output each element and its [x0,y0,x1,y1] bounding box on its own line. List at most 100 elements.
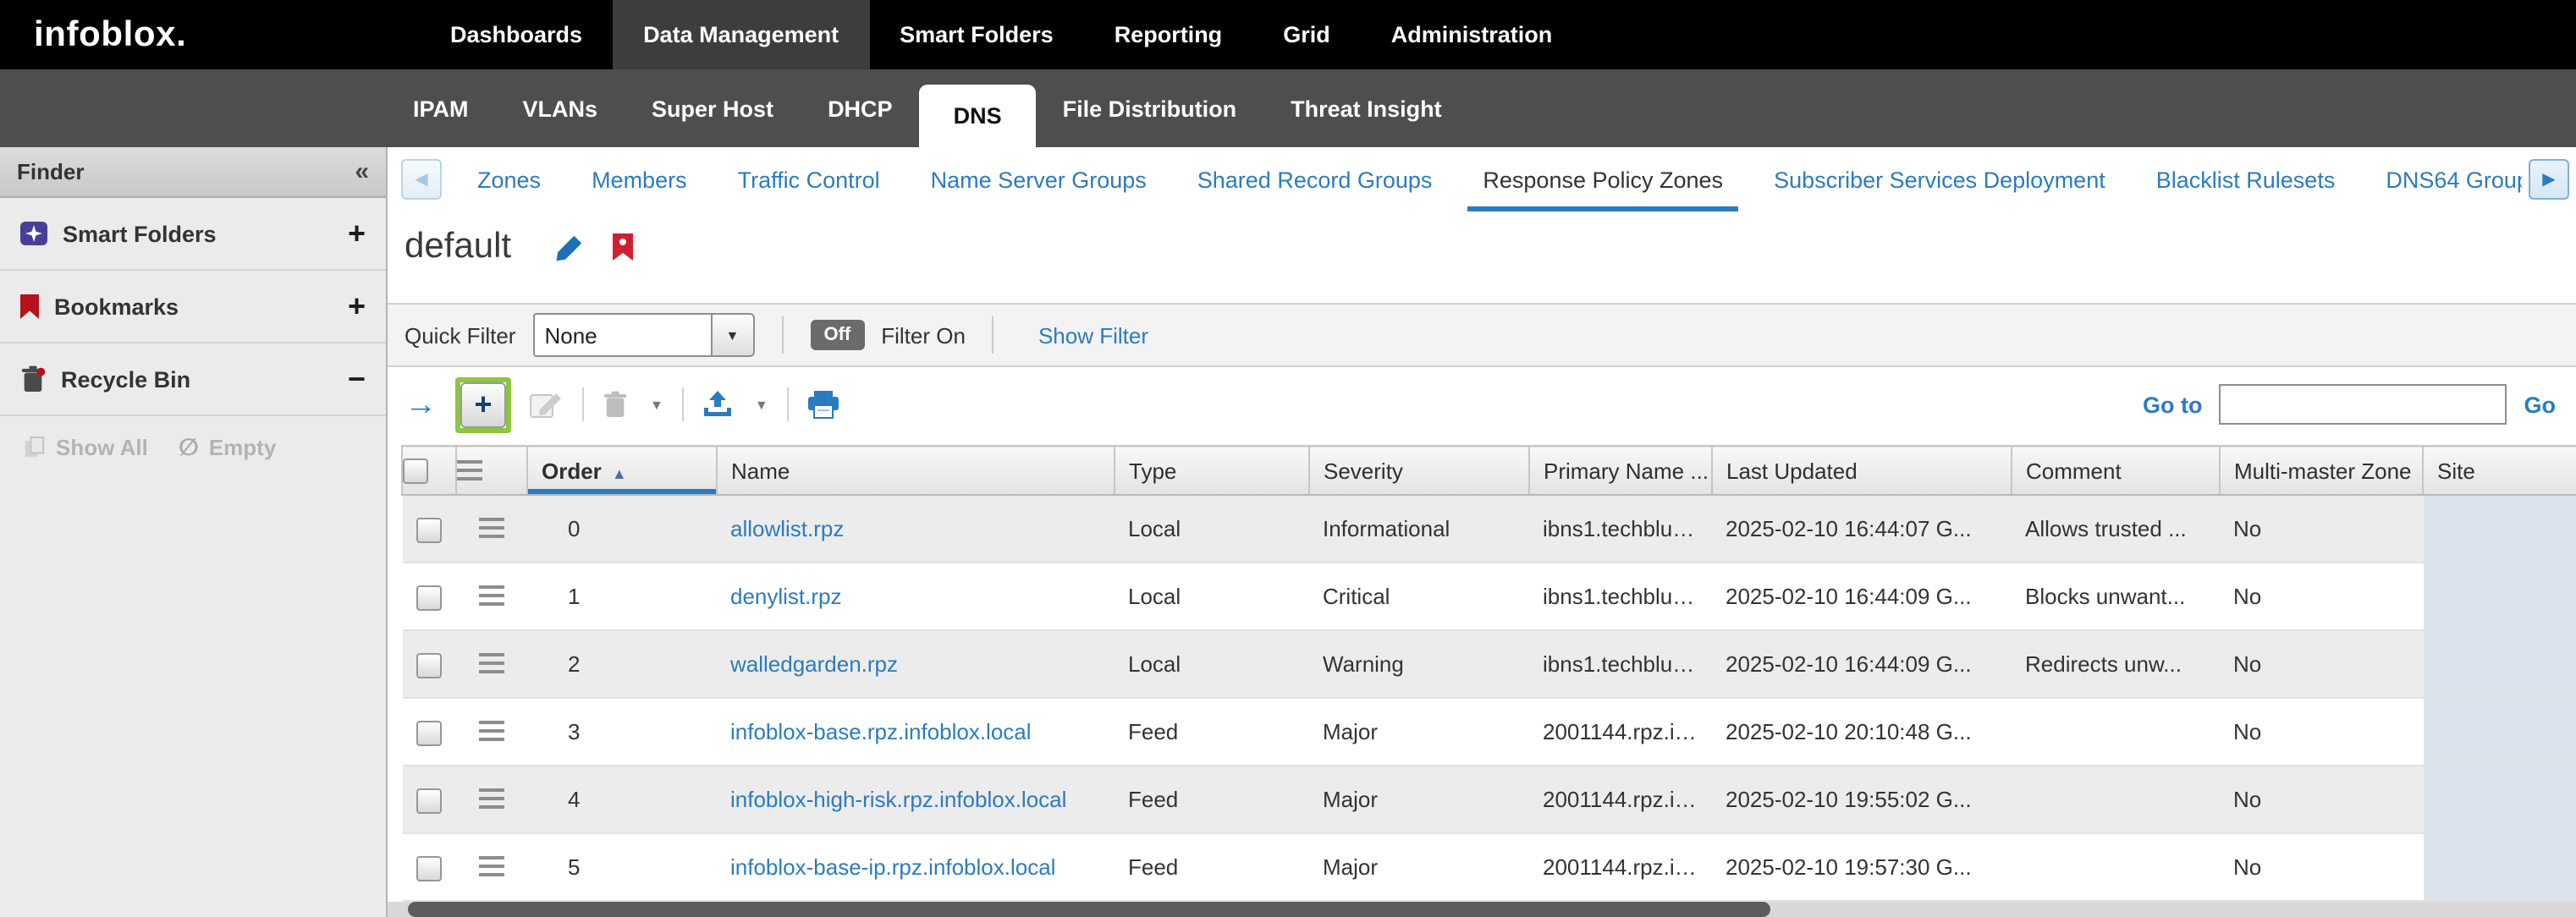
cell-type: Feed [1115,833,1309,901]
dns-subtab[interactable]: Zones [452,147,566,211]
empty-icon: ∅ [179,433,199,462]
zone-name-link[interactable]: infoblox-base.rpz.infoblox.local [730,719,1032,744]
dns-subtab[interactable]: Name Server Groups [905,147,1172,211]
row-checkbox[interactable] [416,788,442,813]
row-checkbox[interactable] [416,720,442,745]
separator [993,316,994,354]
column-header-multi-master[interactable]: Multi-master Zone [2220,446,2423,495]
tabs-scroll-left-button[interactable]: ◀ [401,159,442,200]
zone-name-link[interactable]: walledgarden.rpz [730,651,898,677]
column-header-last-updated[interactable]: Last Updated [1712,446,2012,495]
show-all-link[interactable]: Show All [56,435,148,460]
zone-name-link[interactable]: allowlist.rpz [730,516,844,541]
show-all-icon [24,437,46,458]
column-header-type[interactable]: Type [1115,446,1309,495]
row-checkbox[interactable] [416,585,442,610]
dns-subtab[interactable]: Members [566,147,713,211]
table-header-row: Order▲ Name Type Severity Primary Name .… [402,446,2576,495]
toggle-recycle-bin-button[interactable]: − [348,364,366,394]
column-header-name[interactable]: Name [717,446,1115,495]
sub-nav-item[interactable]: Super Host [625,69,801,147]
select-all-checkbox[interactable] [403,458,428,484]
cell-order: 5 [527,833,717,901]
row-menu-icon[interactable] [479,722,504,745]
cell-comment [2012,833,2220,901]
delete-dropdown-caret[interactable]: ▼ [650,397,663,412]
finder-title: Finder [17,159,84,184]
infoblox-logo: infoblox. [0,0,420,69]
dns-subtab[interactable]: Shared Record Groups [1172,147,1458,211]
horizontal-scrollbar[interactable] [388,902,2576,917]
row-menu-icon[interactable] [479,519,504,542]
table-row: 5 infoblox-base-ip.rpz.infoblox.local Fe… [402,833,2576,901]
quick-filter-select[interactable]: None ▼ [532,313,754,357]
chevron-down-icon[interactable]: ▼ [712,313,754,357]
top-nav-item[interactable]: Grid [1252,0,1361,69]
dns-subtab[interactable]: Subscriber Services Deployment [1748,147,2131,211]
collapse-finder-button[interactable]: « [355,157,369,186]
zone-name-link[interactable]: denylist.rpz [730,584,842,609]
add-smart-folder-button[interactable]: + [348,218,366,249]
cell-name: allowlist.rpz [717,495,1115,563]
edit-page-button[interactable] [555,233,584,261]
zone-name-link[interactable]: infoblox-high-risk.rpz.infoblox.local [730,787,1066,812]
top-nav-item[interactable]: Dashboards [420,0,613,69]
filter-toggle-off-badge[interactable]: Off [810,320,864,350]
sidebar-item-recycle-bin[interactable]: Recycle Bin − [0,343,386,416]
show-filter-link[interactable]: Show Filter [1038,322,1148,348]
add-button[interactable]: + [460,382,506,427]
column-header-comment[interactable]: Comment [2012,446,2220,495]
top-nav-item[interactable]: Smart Folders [869,0,1084,69]
empty-link[interactable]: Empty [209,435,276,460]
go-button[interactable]: Go [2524,392,2557,417]
dns-subtab[interactable]: Response Policy Zones [1457,147,1748,211]
forward-arrow-button[interactable]: → [405,388,437,420]
row-menu-icon[interactable] [479,857,504,881]
sidebar-item-bookmarks[interactable]: Bookmarks + [0,271,386,343]
bookmark-page-button[interactable] [611,233,635,261]
row-menu-icon[interactable] [479,789,504,813]
dns-subtab[interactable]: DNS64 Group [2360,147,2522,211]
sidebar-item-smart-folders[interactable]: Smart Folders + [0,198,386,271]
row-checkbox[interactable] [416,517,442,542]
column-header-order[interactable]: Order▲ [527,446,717,495]
edit-button[interactable] [530,389,564,420]
cell-name: infoblox-base.rpz.infoblox.local [717,698,1115,766]
export-button[interactable] [702,391,733,418]
zone-name-link[interactable]: infoblox-base-ip.rpz.infoblox.local [730,854,1055,880]
cell-primary-name: ibns1.techblue.... [1529,563,1712,630]
separator [582,387,584,421]
horizontal-scrollbar-thumb[interactable] [408,902,1770,917]
sub-nav-item[interactable]: File Distribution [1036,69,1264,147]
print-button[interactable] [807,390,839,419]
row-menu-icon[interactable] [479,586,504,610]
top-nav-item[interactable]: Data Management [613,0,869,69]
dns-subtab[interactable]: Blacklist Rulesets [2131,147,2361,211]
cell-last-updated: 2025-02-10 16:44:09 G... [1712,630,2012,698]
goto-input[interactable] [2220,384,2507,425]
row-checkbox[interactable] [416,652,442,678]
sub-nav-item[interactable]: DHCP [801,69,920,147]
column-header-severity[interactable]: Severity [1309,446,1529,495]
table-menu-icon[interactable] [457,460,482,484]
sub-nav-item[interactable]: VLANs [496,69,625,147]
top-nav-item[interactable]: Reporting [1084,0,1253,69]
sub-nav-item[interactable]: IPAM [386,69,496,147]
row-checkbox[interactable] [416,855,442,881]
delete-button[interactable] [603,391,628,418]
sub-nav-item[interactable]: DNS [920,85,1036,147]
sub-nav-item[interactable]: Threat Insight [1263,69,1469,147]
cell-type: Feed [1115,698,1309,766]
dns-subtab[interactable]: Traffic Control [713,147,905,211]
tabs-scroll-right-button[interactable]: ▶ [2529,159,2569,200]
sub-nav-bar: IPAM VLANs Super Host DHCP DNS File Dist… [0,69,2576,147]
add-bookmark-button[interactable]: + [348,291,366,321]
cell-order: 1 [527,563,717,630]
cell-multi-master: No [2220,630,2423,698]
separator [781,316,783,354]
column-header-primary-name[interactable]: Primary Name ... [1529,446,1712,495]
export-dropdown-caret[interactable]: ▼ [755,397,768,412]
column-header-site[interactable]: Site [2423,446,2576,495]
top-nav-item[interactable]: Administration [1361,0,1583,69]
row-menu-icon[interactable] [479,654,504,678]
